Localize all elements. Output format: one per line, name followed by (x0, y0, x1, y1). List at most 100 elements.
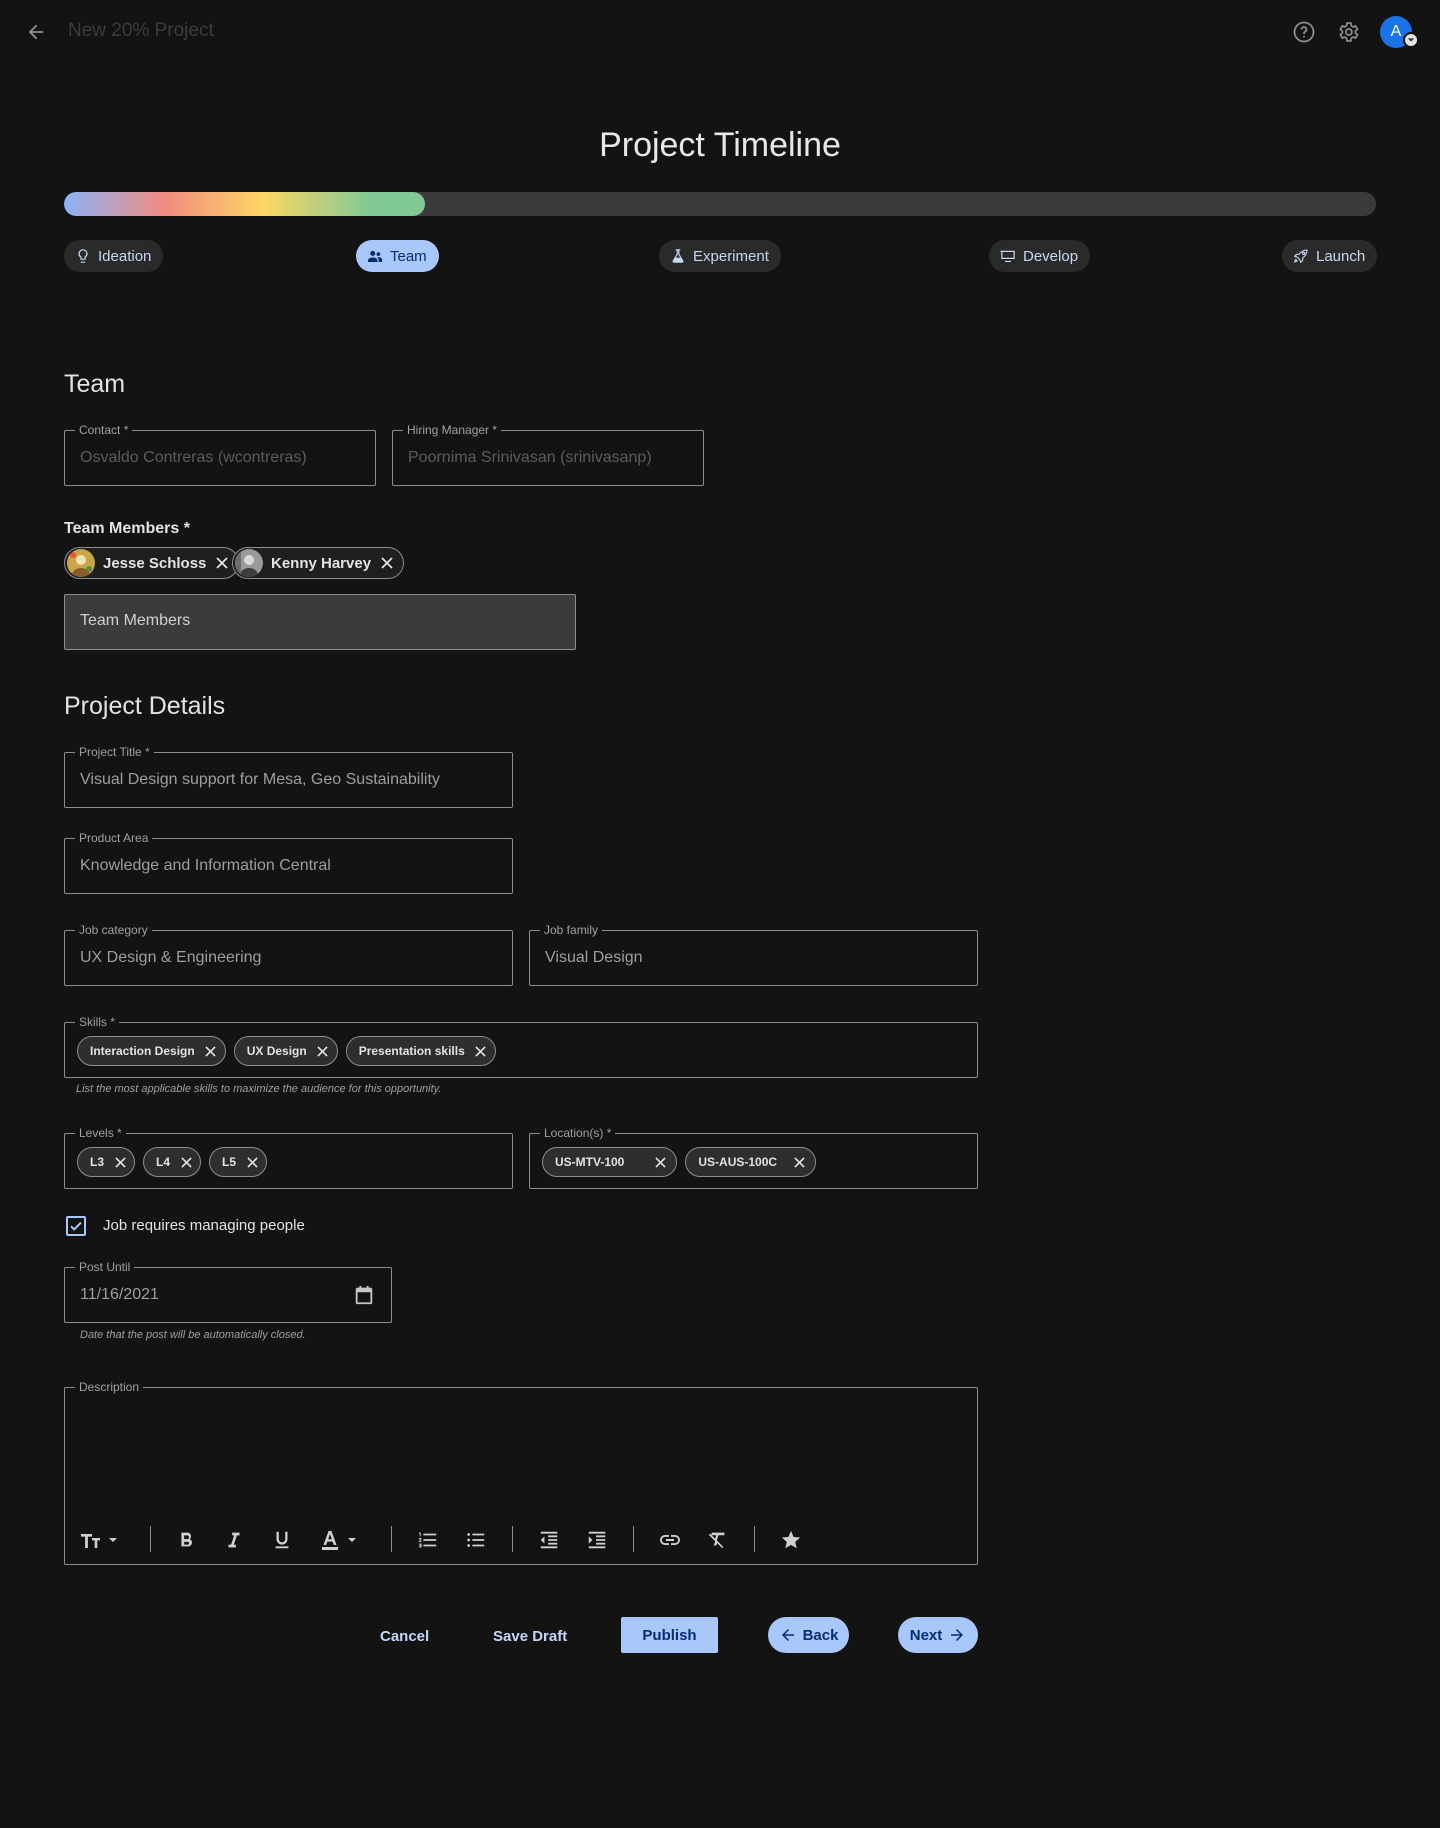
managing-people-checkbox[interactable] (66, 1216, 86, 1236)
chip-label: L4 (156, 1155, 171, 1169)
back-arrow-button[interactable] (18, 14, 54, 50)
text-size-button[interactable] (76, 1524, 124, 1556)
project-title-field[interactable]: Project Title * Visual Design support fo… (64, 745, 513, 808)
avatar (235, 549, 263, 577)
close-icon[interactable] (244, 1154, 260, 1170)
timeline-progress-fill (64, 192, 425, 216)
skills-field[interactable]: Skills * Interaction Design UX Design Pr… (64, 1015, 978, 1078)
clear-formatting-icon (708, 1532, 725, 1549)
text-color-icon (322, 1531, 356, 1550)
job-category-value: UX Design & Engineering (80, 949, 262, 966)
description-label: Description (75, 1380, 144, 1394)
close-icon[interactable] (203, 1043, 219, 1059)
locations-label: Location(s) * (540, 1126, 616, 1140)
back-button[interactable]: Back (768, 1617, 849, 1653)
stage-launch[interactable]: Launch (1282, 240, 1378, 272)
levels-field[interactable]: Levels * L3 L4 L5 (64, 1126, 513, 1189)
skills-label: Skills * (75, 1015, 120, 1029)
underline-button[interactable] (268, 1524, 296, 1556)
location-chip[interactable]: US-MTV-100 (542, 1147, 678, 1177)
group-icon (367, 250, 383, 262)
close-icon[interactable] (112, 1154, 128, 1170)
increase-indent-button[interactable] (583, 1524, 611, 1556)
italic-button[interactable] (220, 1524, 248, 1556)
next-button[interactable]: Next (898, 1617, 978, 1653)
timeline-progress-bar (64, 192, 1376, 216)
contact-value: Osvaldo Contreras (wcontreras) (80, 449, 307, 466)
close-icon[interactable] (214, 555, 230, 571)
stage-develop[interactable]: Develop (989, 240, 1091, 272)
underline-icon (275, 1531, 289, 1549)
stage-ideation[interactable]: Ideation (64, 240, 164, 272)
chip-label: US-AUS-100C (698, 1155, 778, 1169)
job-family-field[interactable]: Job family Visual Design (529, 923, 978, 986)
stage-experiment-label: Experiment (693, 247, 769, 265)
stage-team-label: Team (390, 247, 427, 265)
bold-button[interactable] (172, 1524, 200, 1556)
team-section-title: Team (64, 370, 126, 398)
text-color-button[interactable] (318, 1524, 362, 1556)
chip-label: UX Design (246, 1044, 307, 1058)
arrow-right-icon (951, 1629, 964, 1641)
cancel-button[interactable]: Cancel (380, 1618, 429, 1654)
contact-field[interactable]: Contact * Osvaldo Contreras (wcontreras) (64, 423, 376, 486)
location-chip[interactable]: US-AUS-100C (685, 1147, 817, 1177)
close-icon[interactable] (178, 1154, 194, 1170)
insert-link-button[interactable] (655, 1524, 685, 1556)
level-chip[interactable]: L3 (77, 1147, 136, 1177)
description-editor[interactable]: Description (64, 1380, 978, 1565)
toolbar-divider (150, 1526, 151, 1552)
close-icon[interactable] (473, 1043, 489, 1059)
decrease-indent-button[interactable] (535, 1524, 563, 1556)
save-draft-button[interactable]: Save Draft (493, 1618, 567, 1654)
job-category-field[interactable]: Job category UX Design & Engineering (64, 923, 513, 986)
italic-icon (228, 1532, 240, 1548)
member-name: Kenny Harvey (271, 554, 372, 572)
stage-team[interactable]: Team (356, 240, 439, 272)
close-icon[interactable] (791, 1154, 807, 1170)
skill-chip[interactable]: Presentation skills (345, 1036, 496, 1066)
numbered-list-button[interactable] (414, 1524, 442, 1556)
close-icon[interactable] (652, 1154, 668, 1170)
hiring-manager-field[interactable]: Hiring Manager * Poornima Srinivasan (sr… (392, 423, 704, 486)
publish-button[interactable]: Publish (621, 1617, 718, 1653)
member-chip-jesse[interactable]: Jesse Schloss (64, 547, 240, 579)
member-name: Jesse Schloss (103, 554, 207, 572)
checkmark-icon (70, 1221, 82, 1231)
skill-chip[interactable]: Interaction Design (77, 1036, 226, 1066)
locations-field[interactable]: Location(s) * US-MTV-100 US-AUS-100C (529, 1126, 978, 1189)
app-title: New 20% Project (68, 20, 214, 41)
stage-experiment[interactable]: Experiment (659, 240, 781, 272)
bold-icon (181, 1532, 192, 1547)
next-button-label: Next (909, 1626, 943, 1644)
clear-formatting-button[interactable] (704, 1524, 732, 1556)
avatar (67, 549, 95, 577)
skill-chip[interactable]: UX Design (233, 1036, 338, 1066)
back-button-label: Back (802, 1626, 839, 1644)
level-chip[interactable]: L5 (209, 1147, 268, 1177)
insert-special-button[interactable] (777, 1524, 805, 1556)
close-icon[interactable] (379, 555, 395, 571)
managing-people-label: Job requires managing people (103, 1217, 305, 1234)
levels-label: Levels * (75, 1126, 126, 1140)
close-icon[interactable] (315, 1043, 331, 1059)
help-button[interactable] (1286, 14, 1322, 50)
product-area-field[interactable]: Product Area Knowledge and Information C… (64, 831, 513, 894)
member-chip-kenny[interactable]: Kenny Harvey (232, 547, 405, 579)
settings-button[interactable] (1330, 14, 1366, 50)
monitor-icon (1000, 250, 1015, 262)
post-until-value: 11/16/2021 (80, 1286, 159, 1303)
team-members-label: Team Members * (64, 520, 190, 537)
levels-chip-list: L3 L4 L5 (77, 1147, 268, 1177)
bulleted-list-button[interactable] (462, 1524, 490, 1556)
level-chip[interactable]: L4 (143, 1147, 202, 1177)
calendar-icon[interactable] (353, 1284, 375, 1306)
description-text-area[interactable] (79, 1408, 963, 1508)
project-title-value: Visual Design support for Mesa, Geo Sust… (80, 771, 440, 788)
hiring-manager-label: Hiring Manager * (403, 423, 502, 437)
arrow-left-icon (28, 24, 44, 40)
team-members-input[interactable]: Team Members (64, 594, 576, 650)
chip-label: US-MTV-100 (555, 1155, 625, 1169)
project-title-label: Project Title * (75, 745, 154, 759)
post-until-field[interactable]: Post Until 11/16/2021 (64, 1260, 392, 1323)
